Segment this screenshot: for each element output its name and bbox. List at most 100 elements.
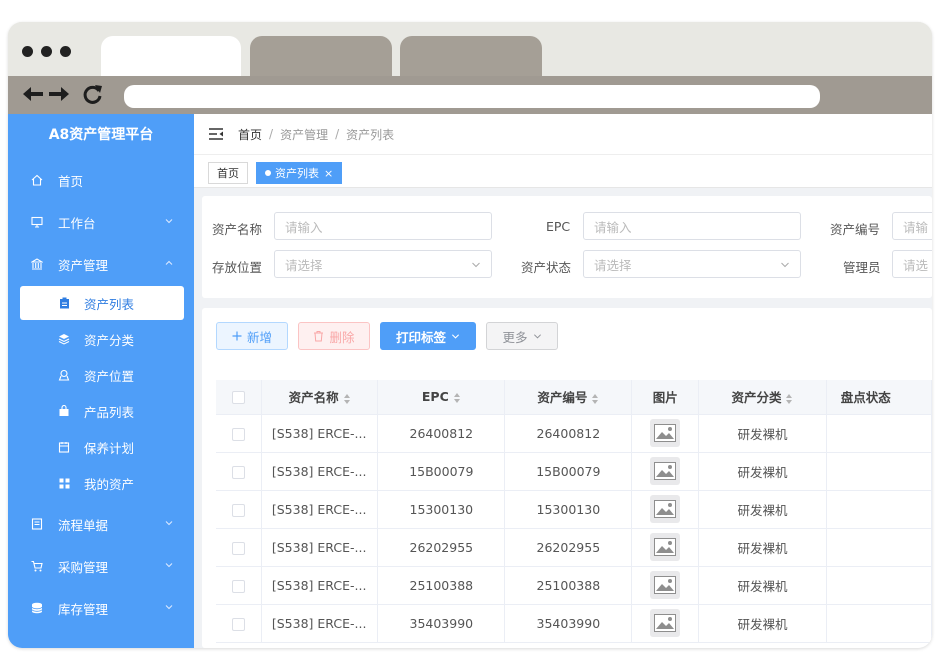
row-select-cell [216,490,262,529]
sidebar-item-asset-management[interactable]: 资产管理 [8,244,194,284]
image-placeholder-icon[interactable] [650,533,681,561]
table-row[interactable]: [S538] ERCE-... 15B00079 15B00079 研发裸机 [216,452,932,491]
cell-image [631,452,700,491]
breadcrumb-item: 资产列表 [346,127,395,142]
reload-icon[interactable] [82,83,104,105]
image-placeholder-icon[interactable] [650,609,681,637]
sort-icon[interactable] [785,393,793,405]
close-icon[interactable]: × [324,167,333,180]
sidebar-subitem-label: 资产列表 [84,296,135,312]
delete-button-label: 删除 [329,329,355,345]
column-header-name[interactable]: 资产名称 [261,380,379,415]
image-placeholder-icon[interactable] [650,571,681,599]
sidebar-subitem-my-assets[interactable]: 我的资产 [8,466,194,500]
browser-tab-active[interactable] [101,36,241,76]
main-content: 首页 / 资产管理 / 资产列表 首页 资产列表 × 资产名称 请输入 EPC … [194,114,932,648]
sort-icon[interactable] [453,392,461,404]
delete-button[interactable]: 删除 [298,322,370,350]
sidebar-item-workbench[interactable]: 工作台 [8,202,194,242]
column-header-code[interactable]: 资产编号 [504,380,633,415]
sort-icon[interactable] [343,393,351,405]
cell-category: 研发裸机 [698,490,827,529]
manager-select[interactable]: 请选 [892,250,932,278]
window-dot[interactable] [60,46,71,57]
column-header-image: 图片 [631,380,700,415]
row-checkbox[interactable] [231,541,245,555]
row-select-cell [216,604,262,643]
cell-epc: 26400812 [377,414,506,453]
image-placeholder-icon[interactable] [650,419,681,447]
window-dot[interactable] [22,46,33,57]
print-label-button[interactable]: 打印标签 [380,322,476,350]
browser-tab[interactable] [400,36,542,76]
menu-fold-icon[interactable] [208,127,224,141]
chevron-down-icon [165,219,173,224]
breadcrumb-item[interactable]: 资产管理 [280,126,328,143]
image-placeholder-icon[interactable] [650,457,681,485]
chevron-down-icon [165,605,173,610]
active-dot-icon [265,170,271,176]
sidebar-item-label: 工作台 [58,215,96,231]
status-select[interactable]: 请选择 [583,250,801,278]
address-bar[interactable] [124,85,820,108]
table-row[interactable]: [S538] ERCE-... 26202955 26202955 研发裸机 [216,528,932,567]
cell-asset-code: 26400812 [504,414,633,453]
epc-input[interactable]: 请输入 [583,212,801,240]
cell-epc: 15300130 [377,490,506,529]
table-row[interactable]: [S538] ERCE-... 26400812 26400812 研发裸机 [216,414,932,453]
back-icon[interactable] [22,83,44,105]
select-all-checkbox[interactable] [231,391,245,405]
table-row[interactable]: [S538] ERCE-... 25100388 25100388 研发裸机 [216,566,932,605]
cell-inventory-status [826,528,932,567]
location-select[interactable]: 请选择 [274,250,492,278]
add-button[interactable]: 新增 [216,322,288,350]
cell-asset-name: [S538] ERCE-... [261,452,379,491]
filter-label-location: 存放位置 [212,260,263,275]
cart-icon [30,559,44,573]
row-checkbox[interactable] [231,427,245,441]
column-header-category[interactable]: 资产分类 [698,380,827,415]
row-checkbox[interactable] [231,465,245,479]
sidebar-subitem-maintenance-plan[interactable]: 保养计划 [8,430,194,464]
table-row[interactable]: [S538] ERCE-... 35403990 35403990 研发裸机 [216,604,932,643]
cell-image [631,490,700,529]
location-icon [58,369,70,381]
forward-icon[interactable] [48,83,70,105]
breadcrumb-separator: / [335,127,340,141]
row-select-cell [216,566,262,605]
calendar-icon [58,441,70,453]
sidebar-item-inventory-management[interactable]: 库存管理 [8,588,194,628]
row-checkbox[interactable] [231,579,245,593]
sidebar-item-home[interactable]: 首页 [8,160,194,200]
row-checkbox[interactable] [231,503,245,517]
sidebar-subitem-label: 我的资产 [84,476,135,492]
more-button[interactable]: 更多 [486,322,558,350]
window-dot[interactable] [41,46,52,57]
monitor-icon [30,215,44,229]
browser-tab[interactable] [250,36,392,76]
tag-asset-list[interactable]: 资产列表 × [256,162,343,184]
top-header: 首页 / 资产管理 / 资产列表 [194,114,932,154]
asset-code-input[interactable]: 请输 [892,212,932,240]
sort-icon[interactable] [591,393,599,405]
sidebar-item-purchase-management[interactable]: 采购管理 [8,546,194,586]
tag-home[interactable]: 首页 [208,162,248,184]
sidebar-subitem-asset-list[interactable]: 资产列表 [20,286,184,320]
sidebar-subitem-product-list[interactable]: 产品列表 [8,394,194,428]
image-placeholder-icon[interactable] [650,495,681,523]
add-button-label: 新增 [246,329,272,345]
grid-icon [58,477,70,489]
sidebar-subitem-asset-category[interactable]: 资产分类 [8,322,194,356]
sidebar-subitem-asset-location[interactable]: 资产位置 [8,358,194,392]
document-icon [30,517,44,531]
cell-asset-name: [S538] ERCE-... [261,490,379,529]
table-row[interactable]: [S538] ERCE-... 15300130 15300130 研发裸机 [216,490,932,529]
column-header-epc[interactable]: EPC [377,380,506,415]
app-viewport: A8资产管理平台 首页 工作台 资产管理 资产列表 资产分类 资产位置 产品列表… [8,114,932,648]
table-panel: 新增 删除 打印标签 更多 资产名称 EPC 资产编号 图片 资产分类 盘点状态… [202,308,932,648]
sidebar-item-process-documents[interactable]: 流程单据 [8,504,194,544]
cell-category: 研发裸机 [698,528,827,567]
asset-name-input[interactable]: 请输入 [274,212,492,240]
row-checkbox[interactable] [231,617,245,631]
breadcrumb-item[interactable]: 首页 [238,126,262,143]
